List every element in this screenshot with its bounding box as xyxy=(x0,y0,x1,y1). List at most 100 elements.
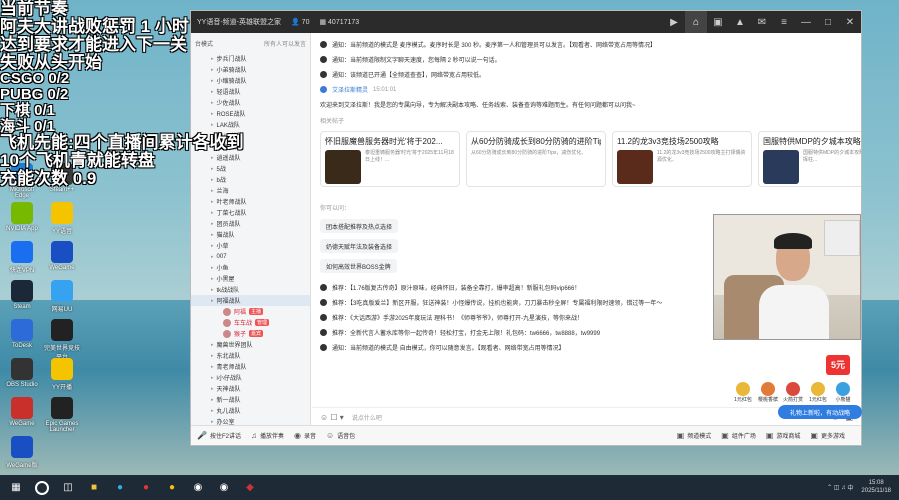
mail-icon[interactable]: ✉ xyxy=(751,11,773,33)
sidebar-channel-item[interactable]: ▸ 团员战队 xyxy=(191,218,310,229)
desktop-shortcut[interactable]: YY语音 xyxy=(42,202,82,235)
sidebar-channel-item[interactable]: ▸ 小鱼 xyxy=(191,262,310,273)
toolbar-right-button[interactable]: ▣ 频道模式 xyxy=(677,431,712,440)
wegame-icon[interactable]: ◆ xyxy=(240,480,260,496)
shirt-icon[interactable]: ▲ xyxy=(729,11,751,33)
toolbar-right-button[interactable]: ▣ 游戏商城 xyxy=(766,431,801,440)
desktop-shortcut[interactable]: 完美世界竞技平台 xyxy=(42,319,82,361)
sidebar-channel-item[interactable]: ▸ 小草 xyxy=(191,240,310,251)
yy-icon[interactable]: ● xyxy=(162,480,182,496)
channel-label: 5战 xyxy=(216,167,226,173)
desktop-shortcut[interactable]: WeGame xyxy=(42,241,82,271)
minimize-icon[interactable]: — xyxy=(795,11,817,33)
toolbar-right-button[interactable]: ▣ 组件广场 xyxy=(721,431,756,440)
input-lang[interactable]: 中 xyxy=(847,483,853,492)
sidebar-channel-item[interactable]: ▸ 办公室 xyxy=(191,416,310,426)
sidebar-channel-item[interactable]: ▸ 少佐战队 xyxy=(191,97,310,108)
desktop-shortcut[interactable]: WeGame xyxy=(2,397,42,427)
gift-item[interactable]: 小熊猫 xyxy=(832,382,854,404)
suggestion-chip[interactable]: 团本搭配推荐及热点选择 xyxy=(320,219,399,233)
close-icon[interactable]: ✕ xyxy=(839,11,861,33)
channel-id[interactable]: ▦ 40717173 xyxy=(319,18,359,27)
sidebar-channel-item[interactable]: ▸ ROSE战队 xyxy=(191,108,310,119)
sidebar-channel-item[interactable]: ▸ 小弟骑战队 xyxy=(191,64,310,75)
sidebar-channel-item[interactable]: ▸ 007 xyxy=(191,251,310,262)
post-title: 从60分防骑成长到80分防骑的进阶Tips xyxy=(471,137,601,146)
sidebar-channel-item[interactable]: ▸ 逍遥战队 xyxy=(191,152,310,163)
sidebar-channel-item[interactable]: ▸ 新一战队 xyxy=(191,394,310,405)
input-tools-icon[interactable]: ☺ ☐ ▾ xyxy=(320,413,344,422)
channel-user[interactable]: 阿福 主播 xyxy=(191,306,310,317)
chat-input[interactable]: 说点什么吧 xyxy=(352,413,382,422)
sidebar-channel-item[interactable]: ▸ 天神战队 xyxy=(191,383,310,394)
channel-label: 青老师战队 xyxy=(216,365,247,371)
menu-icon[interactable]: ≡ xyxy=(773,11,795,33)
search-icon[interactable] xyxy=(32,480,52,496)
desktop-shortcut[interactable]: ToDesk xyxy=(2,319,42,349)
bot-name[interactable]: 艾泽拉斯精灵 xyxy=(332,85,368,94)
gift-promo-button[interactable]: 礼物上新啦，有动战略 xyxy=(778,405,862,419)
explorer-icon[interactable]: ■ xyxy=(84,480,104,496)
sidebar-channel-item[interactable]: ▸ 猫战队 xyxy=(191,229,310,240)
sidebar-channel-item[interactable]: ▸ 小缩骑战队 xyxy=(191,75,310,86)
toolbar-button[interactable]: ◉ 录音 xyxy=(294,431,316,440)
sidebar-channel-item[interactable]: ▸ LAK战队 xyxy=(191,119,310,130)
desktop-shortcut[interactable]: Epic Games Launcher xyxy=(42,397,82,433)
sidebar-channel-item[interactable]: ▸ 丁菜七战队 xyxy=(191,207,310,218)
desktop-shortcut[interactable]: Steam xyxy=(2,280,42,310)
netease-icon[interactable]: ● xyxy=(136,480,156,496)
sidebar-channel-item[interactable]: ▸ 步兵门战队 xyxy=(191,53,310,64)
gift-item[interactable]: 樱桃香槟 xyxy=(757,382,779,404)
sidebar-channel-item[interactable]: ▸ 轻语战队 xyxy=(191,86,310,97)
post-card[interactable]: 从60分防骑成长到80分防骑的进阶Tips 从60分防骑成长到80分防骑的进阶Ti… xyxy=(466,131,606,187)
sidebar-channel-item[interactable]: ▸ 小黑屋 xyxy=(191,273,310,284)
wifi-icon[interactable]: ◫ xyxy=(834,484,840,491)
gift-item[interactable]: 1元红包 xyxy=(732,382,754,404)
sidebar-channel-item[interactable]: ▸ 叶老师战队 xyxy=(191,196,310,207)
sidebar-channel-item[interactable]: ▸ 青老师战队 xyxy=(191,361,310,372)
desktop-shortcut[interactable]: 网易UU xyxy=(42,280,82,313)
post-card[interactable]: 11.2的龙3v3竞技场2500攻略 11.2的龙3v3竞技场2500攻略主打择偶… xyxy=(612,131,752,187)
desktop-shortcut[interactable]: NVIDIA App xyxy=(2,202,42,232)
desktop-shortcut[interactable]: WeGame版 xyxy=(2,436,42,469)
start-icon[interactable]: ▦ xyxy=(6,480,26,496)
sidebar-channel-item[interactable]: ▸ b战 xyxy=(191,174,310,185)
sidebar-channel-item[interactable]: ▸ l小仔战队 xyxy=(191,372,310,383)
steam-icon[interactable]: ◉ xyxy=(214,480,234,496)
desktop-shortcut[interactable]: YY开播 xyxy=(42,358,82,391)
five-yuan-gift[interactable]: 5元 xyxy=(826,355,850,375)
edge-icon[interactable]: ● xyxy=(110,480,130,496)
gift-item[interactable]: 火箭打赏 xyxy=(782,382,804,404)
sidebar-channel-item[interactable]: ▸ 丸儿战队 xyxy=(191,405,310,416)
sidebar-channel-item[interactable]: ▸ 阿福战队 xyxy=(191,295,310,306)
sidebar-channel-item[interactable]: ▸ tk战战队 xyxy=(191,284,310,295)
volume-icon[interactable]: ♫ xyxy=(841,485,846,491)
tray-up-icon[interactable]: ⌃ xyxy=(827,484,832,491)
toolbar-right-button[interactable]: ▣ 更多游戏 xyxy=(810,431,845,440)
game-controller-icon[interactable]: ▣ xyxy=(707,11,729,33)
suggestion-chip[interactable]: 如何高效世界BOSS金牌 xyxy=(320,259,397,273)
sidebar-channel-item[interactable]: ▸ 5战 xyxy=(191,163,310,174)
desktop-shortcut[interactable]: OBS Studio xyxy=(2,358,42,388)
maximize-icon[interactable]: □ xyxy=(817,11,839,33)
obs-icon[interactable]: ◉ xyxy=(188,480,208,496)
home-icon[interactable]: ⌂ xyxy=(685,11,707,33)
sidebar-channel-item[interactable]: ▸ 魔兽世界团队 xyxy=(191,339,310,350)
bot-header: 艾泽拉斯精灵 15:01:01 xyxy=(312,82,861,97)
gift-item[interactable]: 1元红包 xyxy=(807,382,829,404)
desktop-shortcut[interactable]: 快连VPN xyxy=(2,241,42,274)
channel-user[interactable]: 猴子 嘉宾 xyxy=(191,328,310,339)
taskview-icon[interactable]: ◫ xyxy=(58,480,78,496)
post-card[interactable]: 怀旧服魔兽服务器时光'将于202... 泰坦重铸服务器'时光'将于2025年11月… xyxy=(320,131,460,187)
toolbar-button[interactable]: ♫ 播放伴奏 xyxy=(251,431,284,440)
toolbar-button[interactable]: ☺ 语音包 xyxy=(326,431,355,440)
suggestion-chip[interactable]: 奶德天赋年法及装备选择 xyxy=(320,239,399,253)
post-card[interactable]: 国服特供MDP的夕城本攻略：选版与指挥枉... 国服特供MDP的夕城本攻略：选版与… xyxy=(758,131,861,187)
channel-user[interactable]: 车车战 管理 xyxy=(191,317,310,328)
clock[interactable]: 15:08 2025/11/18 xyxy=(861,480,891,494)
video-icon[interactable]: ▶ xyxy=(663,11,685,33)
sidebar-channel-item[interactable]: ▸ 东北战队 xyxy=(191,350,310,361)
app-icon xyxy=(51,202,73,224)
toolbar-button[interactable]: 🎤 按住F2讲话 xyxy=(197,431,241,440)
sidebar-channel-item[interactable]: ▸ 兰海 xyxy=(191,185,310,196)
